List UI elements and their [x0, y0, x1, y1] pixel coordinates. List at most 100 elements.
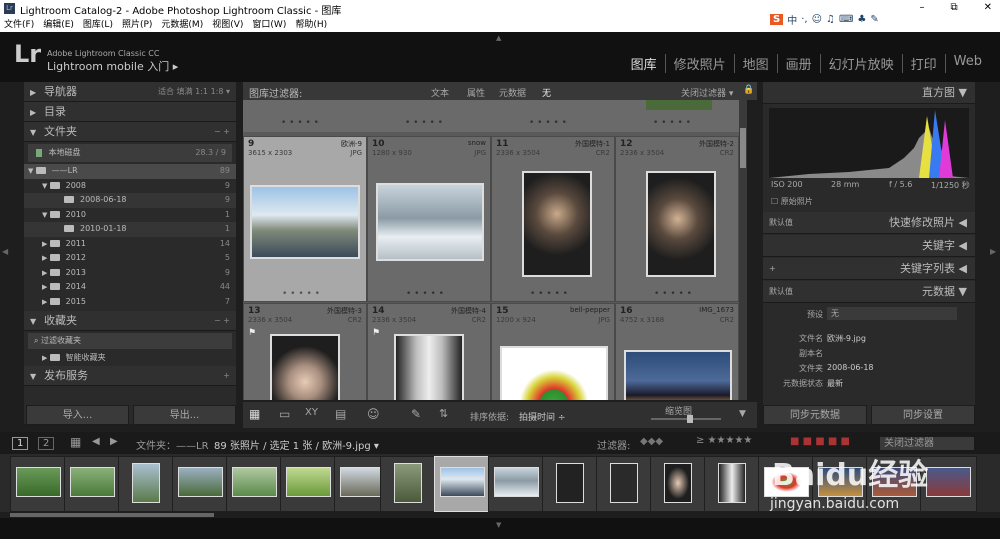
menu-edit[interactable]: 编辑(E) — [43, 17, 74, 30]
mic-icon[interactable]: ♫ — [826, 14, 835, 25]
forward-icon[interactable]: ▶ — [110, 436, 118, 447]
film-thumb[interactable] — [10, 456, 67, 512]
film-thumb[interactable] — [488, 456, 545, 512]
zoom-options[interactable]: 适合 填满 1:1 1:8 ▾ — [158, 82, 230, 102]
film-thumb[interactable] — [650, 456, 707, 512]
navigator-header[interactable]: ▶ 导航器 适合 填满 1:1 1:8 ▾ — [24, 82, 236, 102]
folder-row[interactable]: 2008-06-18 9 — [24, 193, 236, 208]
close-button[interactable]: ✕ — [984, 2, 992, 13]
filter-preset-select[interactable]: 关闭过滤器 — [880, 437, 974, 450]
metadata-preset-select[interactable]: 默认值 — [769, 281, 793, 303]
metadata-value[interactable]: 最新 — [827, 378, 843, 389]
filter-tab-metadata[interactable]: 元数据 — [499, 86, 526, 99]
import-button[interactable]: 导入... — [26, 405, 129, 425]
back-icon[interactable]: ◀ — [92, 436, 100, 447]
folder-row[interactable]: ▶ 2011 14 — [24, 237, 236, 252]
film-thumb[interactable] — [226, 456, 283, 512]
folder-row[interactable]: ▶ 2014 44 — [24, 280, 236, 295]
people-view-icon[interactable]: ☺ — [367, 407, 380, 421]
publish-add-icon[interactable]: + — [223, 366, 230, 386]
selection-info[interactable]: 89 张照片 / 选定 1 张 / 欧洲-9.jpg ▾ — [214, 437, 379, 452]
folder-row[interactable]: ▼ 2010 1 — [24, 208, 236, 223]
film-thumb[interactable] — [920, 456, 977, 512]
scroll-thumb[interactable] — [740, 128, 746, 168]
smart-collections-row[interactable]: ▶ 智能收藏夹 — [24, 351, 236, 366]
quick-develop-header[interactable]: 默认值 快速修改照片 ◀ — [763, 212, 975, 234]
tools-icon[interactable]: ✎ — [870, 14, 878, 25]
ime-mode[interactable]: 中 — [787, 12, 797, 27]
grid-cell[interactable]: 11 2336 x 3504 外国模特-1 CR2 • • • • • — [491, 136, 615, 302]
preset-select[interactable]: 默认值 — [769, 212, 793, 234]
film-thumb[interactable] — [118, 456, 175, 512]
catalog-header[interactable]: ▶ 目录 — [24, 102, 236, 122]
emoji-icon[interactable]: ☺ — [812, 14, 822, 25]
export-button[interactable]: 导出... — [133, 405, 236, 425]
film-thumb[interactable] — [172, 456, 229, 512]
filter-collections-input[interactable]: ⌕ 过滤收藏夹 — [28, 333, 232, 349]
menu-file[interactable]: 文件(F) — [4, 17, 34, 30]
volume-row[interactable]: 本地磁盘 28.3 / 9 — [28, 144, 232, 162]
collapse-left-icon[interactable]: ◀ — [2, 247, 8, 256]
metadata-header[interactable]: 默认值 元数据 ▼ — [763, 281, 975, 303]
flag-filter-icons[interactable]: ◆◆◆ — [640, 436, 663, 447]
grid-cell[interactable]: 15 1200 x 924 bell-pepper JPG — [491, 303, 615, 400]
film-thumb[interactable] — [380, 456, 437, 512]
color-label-filter[interactable]: ■ ■ ■ ■ ■ — [790, 436, 850, 447]
folder-row[interactable]: ▼ 2008 9 — [24, 179, 236, 194]
folder-row[interactable]: ▼ ——LR 89 — [24, 164, 236, 179]
collections-header[interactable]: ▼ 收藏夹 − + — [24, 311, 236, 331]
module-library[interactable]: 图库 — [623, 54, 665, 73]
scroll-thumb[interactable] — [10, 513, 214, 517]
grid-view-icon[interactable]: ▦ — [70, 435, 81, 449]
collapse-bottom-icon[interactable]: ▼ — [496, 521, 501, 529]
module-print[interactable]: 打印 — [901, 54, 945, 73]
film-thumb[interactable] — [280, 456, 337, 512]
mobile-link[interactable]: Lightroom mobile 入门 ▸ — [47, 58, 178, 74]
sync-metadata-button[interactable]: 同步元数据 — [763, 405, 867, 425]
skin-icon[interactable]: ♣ — [857, 14, 866, 25]
film-thumb[interactable] — [812, 456, 869, 512]
keyword-list-header[interactable]: + 关键字列表 ◀ — [763, 258, 975, 280]
module-map[interactable]: 地图 — [733, 54, 777, 73]
filter-tab-attribute[interactable]: 属性 — [467, 86, 485, 99]
flag-icon[interactable]: ⚑ — [372, 328, 380, 338]
module-slideshow[interactable]: 幻灯片放映 — [819, 54, 902, 73]
film-thumb[interactable] — [542, 456, 599, 512]
film-thumb-selected[interactable] — [434, 456, 491, 512]
metadata-value[interactable]: 2008-06-18 — [827, 363, 874, 372]
collapse-top-icon[interactable]: ▲ — [496, 34, 501, 42]
source-path[interactable]: 文件夹：——LR — [136, 437, 209, 452]
filter-preset-select[interactable]: 关闭过滤器 ▾ — [681, 86, 733, 99]
window-1-button[interactable]: 1 — [12, 437, 29, 450]
compare-view-icon[interactable]: XY — [305, 407, 318, 418]
menu-view[interactable]: 视图(V) — [212, 17, 243, 30]
grid-cell[interactable]: 16 4752 x 3168 IMG_1673 CR2 — [615, 303, 739, 400]
metadata-value[interactable]: 无 — [827, 307, 957, 320]
window-2-button[interactable]: 2 — [38, 437, 55, 450]
film-thumb[interactable] — [758, 456, 815, 512]
grid-cell[interactable]: 10 1280 x 930 snow JPG • • • • • — [367, 136, 491, 302]
menu-metadata[interactable]: 元数据(M) — [161, 17, 203, 30]
lock-icon[interactable]: 🔒 — [743, 85, 754, 95]
module-web[interactable]: Web — [944, 54, 990, 73]
painter-icon[interactable]: ✎ — [411, 407, 421, 421]
grid-cell[interactable]: 12 2336 x 3504 外国模特-2 CR2 • • • • • — [615, 136, 739, 302]
survey-view-icon[interactable]: ▤ — [335, 407, 346, 421]
grid-cell[interactable]: 14 2336 x 3504 外国模特-4 CR2 ⚑ — [367, 303, 491, 400]
loupe-view-icon[interactable]: ▭ — [279, 407, 290, 421]
slider-handle[interactable] — [687, 415, 693, 423]
film-thumb[interactable] — [704, 456, 761, 512]
publish-header[interactable]: ▼ 发布服务 + — [24, 365, 236, 386]
keywording-header[interactable]: 关键字 ◀ — [763, 235, 975, 257]
folders-header[interactable]: ▼ 文件夹 − + — [24, 122, 236, 142]
filter-tab-none[interactable]: 无 — [542, 86, 551, 99]
collection-add-remove[interactable]: − + — [214, 311, 230, 331]
thumbnail-size-slider[interactable] — [651, 415, 721, 423]
folder-row[interactable]: ▶ 2012 5 — [24, 251, 236, 266]
sync-settings-button[interactable]: 同步设置 — [871, 405, 975, 425]
filter-tab-text[interactable]: 文本 — [431, 86, 449, 99]
module-book[interactable]: 画册 — [776, 54, 820, 73]
folder-row[interactable]: 2010-01-18 1 — [24, 222, 236, 237]
punctuation-icon[interactable]: ·, — [801, 14, 807, 25]
film-thumb[interactable] — [596, 456, 653, 512]
